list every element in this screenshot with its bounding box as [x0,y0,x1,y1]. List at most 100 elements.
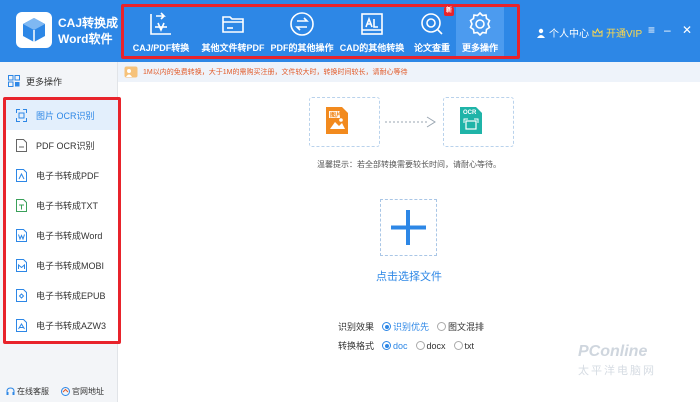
nav-caj-pdf-convert[interactable]: CAJ/PDF转换 [124,7,198,56]
radio-button[interactable] [437,322,447,331]
notice-bar: 1M以内的免费转换，大于1M的需购买注册，文件较大时，转换时间较长，请耐心等待 [118,62,700,82]
sidebar-item-ebook-azw3[interactable]: 电子书转成AZW3 [6,310,118,340]
radio-label: docx [426,340,446,351]
conversion-flow: 图片 OCR [309,97,514,147]
radio-mixed-layout[interactable]: 图文混排 [437,320,484,333]
sidebar-item-ebook-word[interactable]: 电子书转成Word [6,220,118,250]
radio-recognition-priority[interactable]: 识别优先 [382,320,429,333]
format-options: 转换格式 doc docx txt [338,339,474,352]
sidebar-item-label: 电子书转成EPUB [36,290,106,301]
watermark-brand: PConline [578,343,648,360]
recognition-options: 识别效果 识别优先 图文混排 [338,320,484,333]
nav-label: PDF的其他操作 [270,43,334,53]
sidebar-item-label: PDF OCR识别 [36,140,95,151]
menu-icon[interactable]: ≡ [648,23,655,37]
online-service-label: 在线客服 [17,387,49,396]
epub-file-icon [16,288,27,302]
vip-label: 开通VIP [606,29,643,40]
sidebar: 更多操作 图片 OCR识别 PDF OCR识别 电子书转成PDF 电子书转成TX… [0,62,121,402]
target-card: OCR [443,97,514,147]
user-icon [537,28,545,38]
app-title-line1: CAJ转换成 [58,16,119,30]
sidebar-item-ebook-epub[interactable]: 电子书转成EPUB [6,280,118,310]
official-site-label: 官网地址 [72,387,104,396]
nav-label: CAJ/PDF转换 [132,43,190,53]
sidebar-item-label: 电子书转成TXT [36,200,98,211]
target-label: OCR [463,110,477,116]
radio-format-docx[interactable]: docx [415,340,446,351]
sidebar-list: 图片 OCR识别 PDF OCR识别 电子书转成PDF 电子书转成TXT 电子书… [3,97,121,344]
app-logo-icon [16,12,52,48]
home-site-icon [61,387,70,396]
top-nav: CAJ/PDF转换 其他文件转PDF PDF的其他操作 CAD的其他转换 论文查… [121,4,520,59]
online-service-link[interactable]: 在线客服 [6,386,49,397]
tip-text: 温馨提示：若全部转换需要较长时间，请耐心等待。 [317,160,501,169]
vip-link[interactable]: 开通VIP [592,25,642,40]
app-header: CAJ转换成 Word软件 CAJ/PDF转换 其他文件转PDF PDF的其他操… [0,0,700,62]
word-file-icon [16,228,27,242]
radio-format-doc[interactable]: doc [382,341,408,351]
watermark-sub: 太平洋电脑网 [578,365,656,377]
radio-button[interactable] [415,341,425,350]
sidebar-footer: 在线客服 官网地址 [6,386,104,397]
nav-paper-check[interactable]: 论文查重 新 [408,7,456,56]
select-file-dropzone[interactable] [380,199,437,256]
plus-icon [391,210,426,245]
caj-convert-icon [150,12,171,35]
txt-file-icon [16,198,27,212]
sidebar-item-label: 电子书转成PDF [36,170,100,181]
select-file-label[interactable]: 点击选择文件 [118,268,700,284]
scan-icon [16,108,27,122]
new-badge: 新 [443,7,454,16]
folder-icon [222,16,244,33]
sidebar-item-image-ocr[interactable]: 图片 OCR识别 [6,100,118,130]
sidebar-item-label: 电子书转成AZW3 [36,320,107,331]
radio-label: 识别优先 [393,322,430,332]
personal-center-link[interactable]: 个人中心 [536,25,589,40]
flow-arrow-icon [385,116,436,128]
source-card: 图片 [309,97,380,147]
sidebar-item-ebook-mobi[interactable]: 电子书转成MOBI [6,250,118,280]
headset-icon [6,387,15,395]
sidebar-item-ebook-txt[interactable]: 电子书转成TXT [6,190,118,220]
sidebar-title: 更多操作 [26,76,63,87]
radio-button[interactable] [382,322,392,331]
radio-label: txt [464,340,475,351]
grid-icon [8,75,20,87]
recognition-label: 识别效果 [338,322,375,332]
nav-other-to-pdf[interactable]: 其他文件转PDF [198,7,268,56]
official-site-link[interactable]: 官网地址 [61,386,104,397]
nav-more-operations[interactable]: 更多操作 [456,7,504,56]
sidebar-item-pdf-ocr[interactable]: PDF OCR识别 [6,130,118,160]
nav-label: 更多操作 [461,43,498,53]
radio-label: doc [393,340,408,351]
pdf-file-icon [16,168,27,182]
cad-drawing-icon [361,13,383,35]
minimize-icon[interactable]: – [664,23,671,37]
nav-cad-other[interactable]: CAD的其他转换 [336,7,408,56]
notice-text: 1M以内的免费转换，大于1M的需购买注册，文件较大时，转换时间较长，请耐心等待 [143,69,408,76]
format-label: 转换格式 [338,341,375,351]
sidebar-header: 更多操作 [0,70,117,92]
sidebar-item-ebook-pdf[interactable]: 电子书转成PDF [6,160,118,190]
nav-label: 其他文件转PDF [201,43,265,53]
paper-check-icon [421,13,443,35]
sidebar-item-label: 电子书转成Word [36,230,103,241]
sidebar-item-label: 图片 OCR识别 [36,110,95,121]
swap-arrows-icon [290,12,314,36]
nav-label: 论文查重 [413,43,450,53]
app-title: CAJ转换成 Word软件 [58,15,118,47]
radio-label: 图文混排 [448,322,485,332]
radio-button[interactable] [453,341,463,350]
nav-pdf-other[interactable]: PDF的其他操作 [268,7,336,56]
close-icon[interactable]: ✕ [682,23,692,37]
sidebar-item-label: 电子书转成MOBI [36,260,105,271]
radio-format-txt[interactable]: txt [453,340,475,351]
nav-label: CAD的其他转换 [339,43,405,53]
notice-icon [124,66,138,78]
gear-icon [469,11,491,37]
source-label: 图片 [330,113,343,119]
radio-button[interactable] [382,341,392,350]
personal-center-label: 个人中心 [549,29,589,40]
ocr-file-icon [16,138,27,152]
